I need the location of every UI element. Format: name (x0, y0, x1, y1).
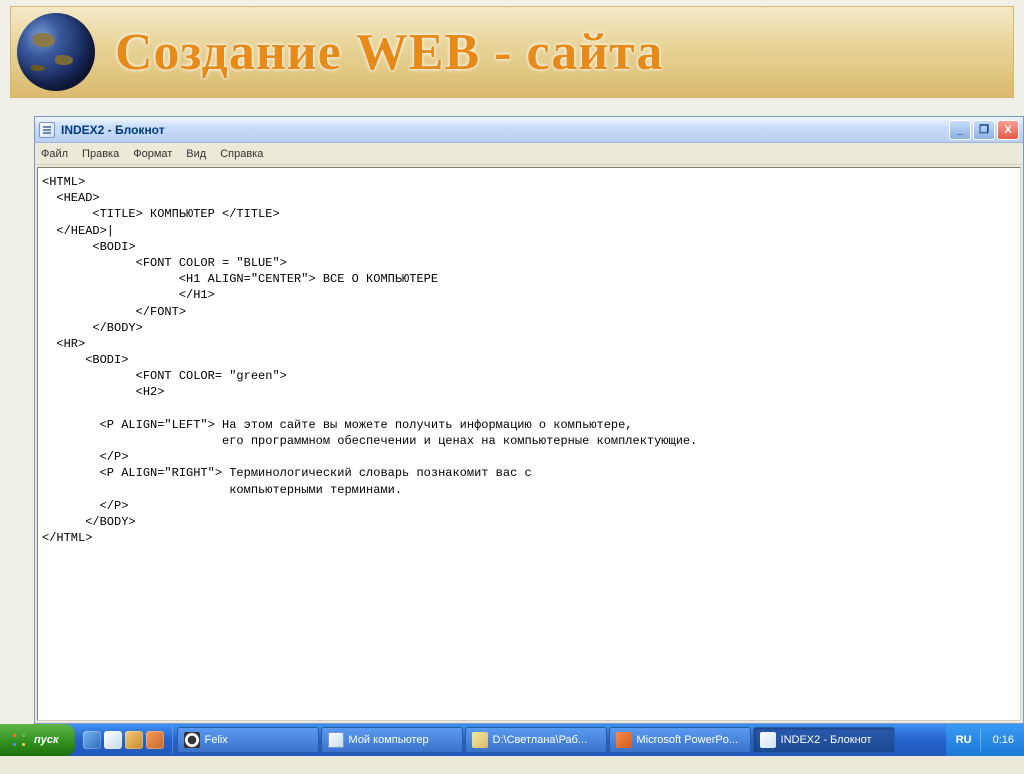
task-label: Felix (205, 734, 228, 746)
titlebar[interactable]: INDEX2 - Блокнот _ ❐ X (35, 117, 1023, 143)
system-tray: RU 0:16 (946, 724, 1024, 756)
menu-view[interactable]: Вид (186, 148, 206, 160)
task-item[interactable]: Microsoft PowerPo... (609, 727, 751, 753)
quick-launch-icon[interactable] (125, 731, 143, 749)
app-icon (328, 732, 344, 748)
start-label: пуск (34, 734, 59, 746)
quick-launch-icon[interactable] (104, 731, 122, 749)
menu-edit[interactable]: Правка (82, 148, 119, 160)
task-item[interactable]: Мой компьютер (321, 727, 463, 753)
slide-banner: Создание WEB - сайта (10, 6, 1014, 98)
maximize-button[interactable]: ❐ (973, 120, 995, 140)
window-title: INDEX2 - Блокнот (61, 123, 165, 137)
globe-icon (17, 13, 95, 91)
quick-launch-icon[interactable] (146, 731, 164, 749)
menu-format[interactable]: Формат (133, 148, 172, 160)
task-label: Мой компьютер (349, 734, 429, 746)
task-item[interactable]: INDEX2 - Блокнот (753, 727, 895, 753)
app-icon (760, 732, 776, 748)
task-label: D:\Светлана\Раб... (493, 734, 588, 746)
notepad-icon (39, 122, 55, 138)
task-label: Microsoft PowerPo... (637, 734, 738, 746)
windows-logo-icon (10, 731, 28, 749)
app-icon (472, 732, 488, 748)
banner-title: Создание WEB - сайта (115, 23, 663, 82)
app-icon (616, 732, 632, 748)
task-item[interactable]: Felix (177, 727, 319, 753)
minimize-button[interactable]: _ (949, 120, 971, 140)
close-button[interactable]: X (997, 120, 1019, 140)
start-button[interactable]: пуск (0, 724, 75, 756)
task-label: INDEX2 - Блокнот (781, 734, 872, 746)
menubar: Файл Правка Формат Вид Справка (35, 143, 1023, 165)
bottom-strip (0, 756, 1024, 774)
text-editor[interactable]: <HTML> <HEAD> <TITLE> КОМПЬЮТЕР </TITLE>… (37, 167, 1021, 721)
menu-file[interactable]: Файл (41, 148, 68, 160)
tray-separator (980, 729, 985, 751)
menu-help[interactable]: Справка (220, 148, 263, 160)
taskbar: пуск Felix Мой компьютер D:\Светлана\Раб… (0, 724, 1024, 756)
editor-content[interactable]: <HTML> <HEAD> <TITLE> КОМПЬЮТЕР </TITLE>… (42, 174, 1016, 546)
clock[interactable]: 0:16 (993, 734, 1014, 746)
app-icon (184, 732, 200, 748)
quick-launch-icon[interactable] (83, 731, 101, 749)
quick-launch (75, 726, 173, 754)
task-item[interactable]: D:\Светлана\Раб... (465, 727, 607, 753)
notepad-window: INDEX2 - Блокнот _ ❐ X Файл Правка Форма… (34, 116, 1024, 724)
taskbar-tasks: Felix Мой компьютер D:\Светлана\Раб... M… (173, 727, 946, 753)
language-indicator[interactable]: RU (956, 734, 972, 746)
